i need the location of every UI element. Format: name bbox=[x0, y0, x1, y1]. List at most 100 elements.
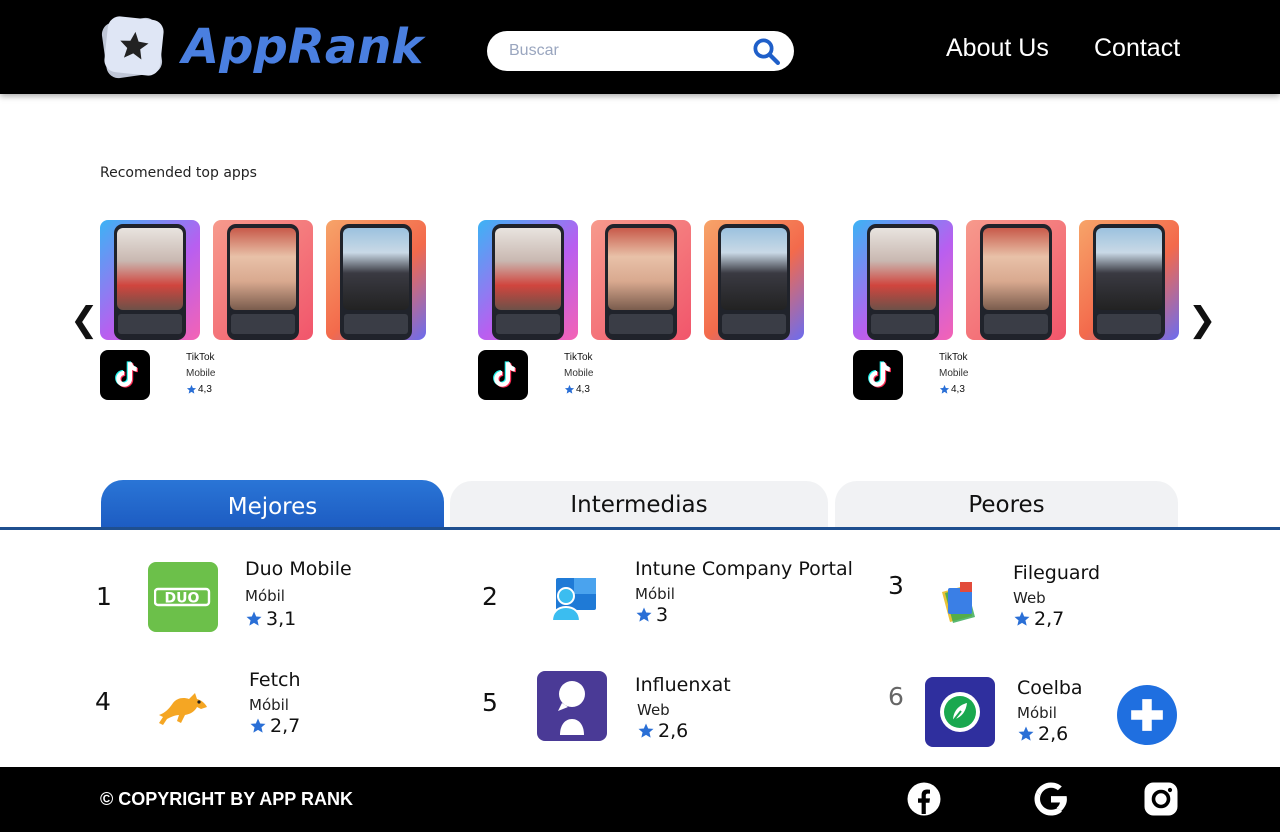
rating-value: 2,6 bbox=[658, 720, 689, 742]
rating-value: 4,3 bbox=[951, 384, 965, 395]
show-more-button[interactable] bbox=[1117, 685, 1177, 745]
app-screenshot bbox=[704, 220, 804, 340]
rank-number: 3 bbox=[888, 571, 904, 600]
app-name: Fileguard bbox=[1013, 562, 1101, 584]
app-rating: 3 bbox=[635, 604, 668, 626]
tab-intermedias[interactable]: Intermedias bbox=[450, 481, 828, 528]
app-rating: 4,3 bbox=[186, 384, 212, 395]
star-icon bbox=[636, 607, 652, 622]
intune-icon bbox=[537, 562, 607, 632]
app-rating: 2,7 bbox=[1013, 608, 1064, 630]
footer: © COPYRIGHT BY APP RANK bbox=[0, 767, 1280, 832]
fileguard-icon bbox=[925, 563, 995, 633]
rank-number: 2 bbox=[482, 582, 498, 611]
recommended-title: Recomended top apps bbox=[100, 165, 257, 181]
tab-peores[interactable]: Peores bbox=[835, 481, 1178, 528]
logo-text: AppRank bbox=[182, 19, 424, 75]
app-screenshot bbox=[1079, 220, 1179, 340]
app-category: Mobile bbox=[564, 368, 594, 379]
star-icon bbox=[250, 718, 266, 733]
recommended-card[interactable]: TikTok Mobile 4,3 bbox=[853, 220, 1183, 405]
app-category: Web bbox=[1013, 589, 1046, 607]
search-icon bbox=[753, 38, 780, 65]
app-name: Influenxat bbox=[635, 674, 731, 696]
app-screenshot bbox=[100, 220, 200, 340]
app-name: Duo Mobile bbox=[245, 558, 352, 580]
app-screenshots bbox=[100, 220, 426, 340]
rating-value: 4,3 bbox=[198, 384, 212, 395]
app-screenshot bbox=[478, 220, 578, 340]
app-name: Intune Company Portal bbox=[635, 558, 853, 580]
google-link[interactable] bbox=[1032, 780, 1070, 818]
coelba-leaf-icon bbox=[925, 677, 995, 747]
rating-value: 2,6 bbox=[1038, 723, 1069, 745]
tiktok-icon bbox=[478, 350, 528, 400]
app-category: Móbil bbox=[249, 696, 289, 714]
fetch-dog-icon bbox=[148, 672, 218, 742]
rank-number: 1 bbox=[96, 582, 112, 611]
carousel-prev-button[interactable]: ❮ bbox=[70, 300, 99, 340]
app-name: TikTok bbox=[939, 352, 968, 363]
app-category: Web bbox=[637, 701, 670, 719]
app-screenshot bbox=[966, 220, 1066, 340]
app-screenshots bbox=[478, 220, 804, 340]
nav-about-us[interactable]: About Us bbox=[946, 34, 1049, 63]
top-header: AppRank About Us Contact bbox=[0, 0, 1280, 94]
rating-value: 3,1 bbox=[266, 608, 297, 630]
app-name: TikTok bbox=[186, 352, 215, 363]
app-name: Coelba bbox=[1017, 677, 1083, 699]
app-name: TikTok bbox=[564, 352, 593, 363]
app-rating: 3,1 bbox=[245, 608, 296, 630]
star-icon bbox=[1018, 726, 1034, 741]
rating-value: 4,3 bbox=[576, 384, 590, 395]
app-category: Mobile bbox=[939, 368, 969, 379]
star-icon bbox=[246, 611, 262, 626]
recommended-card[interactable]: TikTok Mobile 4,3 bbox=[100, 220, 430, 405]
recommended-card[interactable]: TikTok Mobile 4,3 bbox=[478, 220, 808, 405]
rank-number: 4 bbox=[95, 687, 111, 716]
tab-mejores[interactable]: Mejores bbox=[101, 480, 444, 528]
copyright-text: © COPYRIGHT BY APP RANK bbox=[100, 789, 353, 809]
plus-icon bbox=[1131, 699, 1163, 731]
rating-value: 2,7 bbox=[1034, 608, 1065, 630]
app-category: Móbil bbox=[1017, 704, 1057, 722]
app-rating: 2,6 bbox=[637, 720, 688, 742]
app-screenshot bbox=[326, 220, 426, 340]
google-icon bbox=[1034, 782, 1067, 816]
logo-star-badge bbox=[100, 14, 166, 80]
search-input[interactable] bbox=[509, 39, 739, 63]
star-icon bbox=[939, 384, 950, 394]
star-icon bbox=[1014, 611, 1030, 626]
app-screenshots bbox=[853, 220, 1179, 340]
app-rating: 2,7 bbox=[249, 715, 300, 737]
rating-value: 3 bbox=[656, 604, 669, 626]
star-icon bbox=[186, 384, 197, 394]
instagram-link[interactable] bbox=[1142, 780, 1180, 818]
search-bar bbox=[487, 31, 794, 71]
nav-contact[interactable]: Contact bbox=[1094, 34, 1180, 63]
search-button[interactable] bbox=[749, 34, 783, 68]
star-icon bbox=[120, 31, 149, 60]
app-screenshot bbox=[213, 220, 313, 340]
rank-number: 5 bbox=[482, 688, 498, 717]
instagram-icon bbox=[1144, 782, 1178, 816]
app-category: Móbil bbox=[245, 587, 285, 605]
facebook-link[interactable] bbox=[905, 780, 943, 818]
facebook-icon bbox=[907, 782, 941, 816]
tiktok-icon bbox=[853, 350, 903, 400]
tabs-divider bbox=[0, 527, 1280, 530]
app-screenshot bbox=[591, 220, 691, 340]
star-icon bbox=[638, 723, 654, 738]
duo-icon: DUO bbox=[148, 562, 218, 632]
app-category: Móbil bbox=[635, 585, 675, 603]
influenxat-icon bbox=[537, 671, 607, 741]
carousel-next-button[interactable]: ❯ bbox=[1188, 300, 1217, 340]
app-rating: 4,3 bbox=[939, 384, 965, 395]
rating-value: 2,7 bbox=[270, 715, 301, 737]
app-rating: 4,3 bbox=[564, 384, 590, 395]
star-icon bbox=[564, 384, 575, 394]
app-rating: 2,6 bbox=[1017, 723, 1068, 745]
app-name: Fetch bbox=[249, 669, 301, 691]
app-logo[interactable]: AppRank bbox=[100, 14, 423, 80]
svg-text:DUO: DUO bbox=[165, 591, 200, 607]
